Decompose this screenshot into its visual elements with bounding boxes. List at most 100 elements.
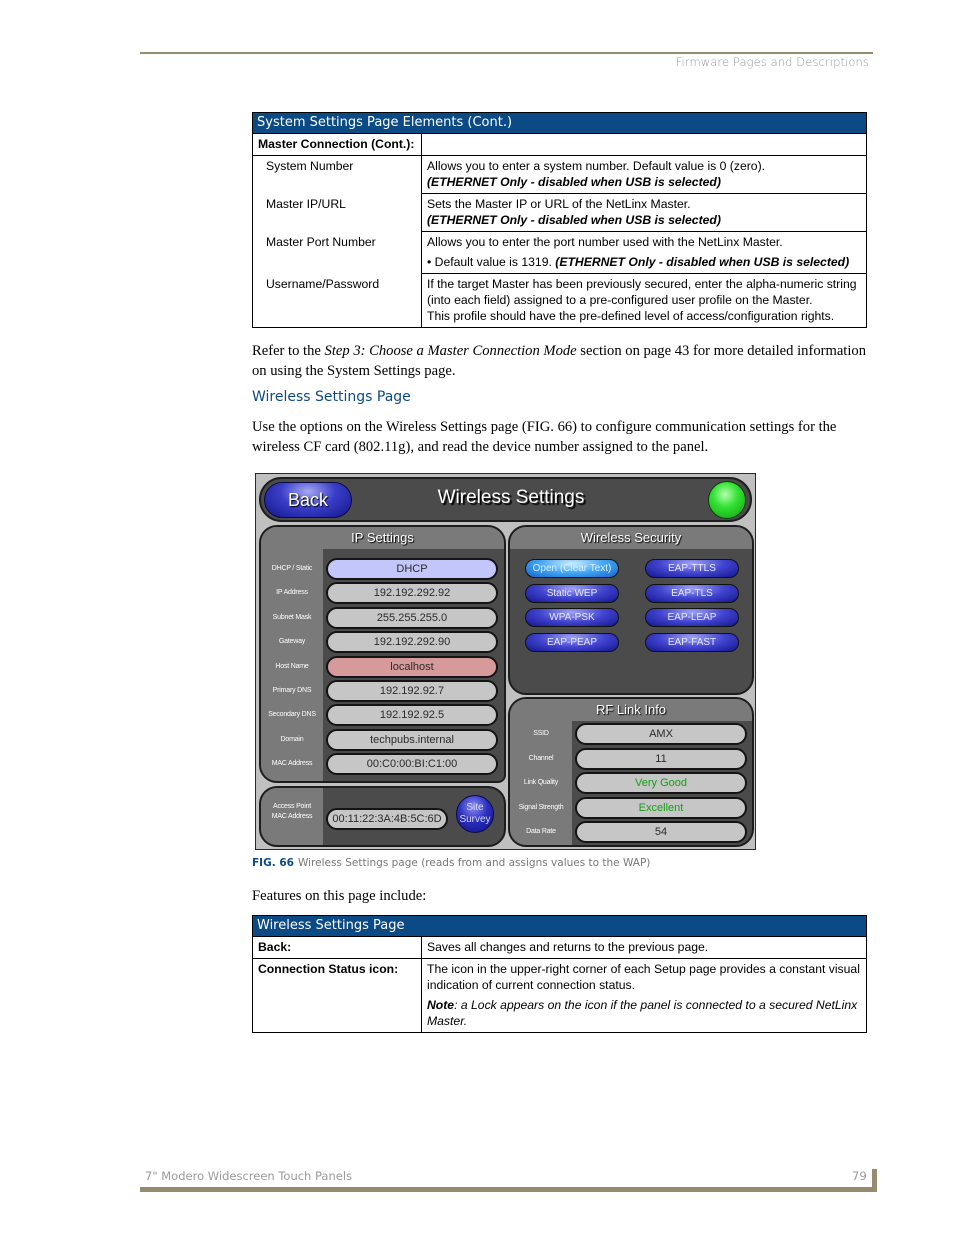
table-title: System Settings Page Elements (Cont.)	[252, 112, 867, 134]
intro-paragraph: Use the options on the Wireless Settings…	[252, 419, 837, 455]
table-row: Username/Password If the target Master h…	[252, 273, 867, 328]
table-row: Connection Status icon: The icon in the …	[252, 958, 867, 1033]
security-option-button[interactable]: EAP-TLS	[645, 583, 739, 603]
field-value[interactable]: DHCP	[326, 558, 498, 580]
field-value: Excellent	[575, 796, 747, 819]
wireless-security-box: Wireless Security Open (Clear Text) Stati…	[508, 525, 754, 695]
caption-text: Wireless Settings page (reads from and a…	[297, 857, 651, 869]
row-desc: Saves all changes and returns to the pre…	[421, 936, 867, 959]
running-head: Firmware Pages and Descriptions	[675, 55, 869, 69]
site-survey-button[interactable]: Site Survey	[456, 795, 494, 833]
field-value[interactable]: 00:C0:00:BI:C1:00	[326, 753, 498, 776]
system-settings-table: System Settings Page Elements (Cont.) Ma…	[252, 112, 867, 328]
refer-paragraph: Refer to the Step 3: Choose a Master Con…	[252, 342, 872, 381]
field-label: Data Rate	[526, 828, 556, 835]
table-row: Master IP/URL Sets the Master IP or URL …	[252, 193, 867, 232]
field-value: AMX	[575, 723, 747, 745]
row-desc: Allows you to enter the port number used…	[421, 231, 867, 274]
row-desc: Allows you to enter a system number. Def…	[421, 155, 867, 194]
access-point-label: Access Point MAC Address	[271, 803, 313, 820]
field-value[interactable]: 255.255.255.0	[326, 606, 498, 629]
ip-settings-box: IP Settings DHCP / Static DHCP IP Address 1…	[259, 525, 506, 783]
security-option-button[interactable]: EAP-LEAP	[645, 608, 739, 627]
wireless-settings-table: Wireless Settings Page Back: Saves all c…	[252, 915, 867, 1033]
row-text: Sets the Master IP or URL of the NetLinx…	[427, 197, 691, 211]
field-value[interactable]: 192.192.92.5	[326, 704, 498, 727]
note-text: : a Lock appears on the icon if the pane…	[427, 998, 858, 1028]
field-label: SSID	[533, 730, 549, 737]
header-rule	[140, 52, 873, 54]
field-label: Link Quality	[523, 779, 559, 786]
row-text: This profile should have the pre-defined…	[427, 309, 835, 323]
field-value: Very Good	[575, 772, 747, 794]
figure-number: FIG. 66	[252, 857, 294, 869]
note-label: Note	[427, 998, 455, 1012]
field-value[interactable]: techpubs.internal	[326, 728, 498, 751]
row-desc: If the target Master has been previously…	[421, 273, 867, 328]
cross-reference: Step 3: Choose a Master Connection Mode	[324, 343, 577, 359]
footer-rule	[140, 1187, 877, 1192]
field-label: Primary DNS	[272, 687, 312, 694]
row-desc: Sets the Master IP or URL of the NetLinx…	[421, 193, 867, 232]
security-option-button[interactable]: EAP-PEAP	[525, 632, 619, 652]
text: Refer to the	[252, 343, 325, 359]
row-emphasis: (ETHERNET Only - disabled when USB is se…	[555, 255, 850, 269]
row-label: Username/Password	[252, 273, 422, 328]
security-option-button[interactable]: WPA-PSK	[525, 608, 619, 627]
table-row: System Number Allows you to enter a syst…	[252, 155, 867, 194]
row-text: If the target Master has been previously…	[427, 277, 857, 307]
field-label: Gateway	[278, 638, 306, 646]
field-label: Signal Strength	[518, 803, 564, 811]
field-label: Subnet Mask	[272, 613, 312, 621]
row-desc: The icon in the upper-right corner of ea…	[421, 958, 867, 1033]
row-note: Note: a Lock appears on the icon if the …	[427, 997, 861, 1029]
access-point-box: Access Point MAC Address 00:11:22:3A:4B:5…	[259, 786, 506, 847]
rf-link-title: RF Link Info	[510, 699, 752, 721]
field-value[interactable]: 192.192.292.90	[326, 631, 498, 654]
field-label: DHCP / Static	[271, 565, 313, 572]
field-value[interactable]: 192.192.292.92	[326, 582, 498, 605]
title-bar: Back Wireless Settings	[259, 477, 752, 522]
security-option-button[interactable]: EAP-TTLS	[645, 559, 739, 578]
security-option-button[interactable]: Open (Clear Text)	[525, 559, 619, 578]
features-paragraph: Features on this page include:	[252, 888, 427, 904]
row-emphasis: (ETHERNET Only - disabled when USB is se…	[427, 213, 721, 227]
back-button[interactable]: Back	[264, 482, 352, 518]
field-label: Secondary DNS	[268, 711, 316, 719]
security-option-button[interactable]: Static WEP	[525, 583, 619, 603]
field-value: 54	[575, 821, 747, 843]
row-label: Master Port Number	[252, 231, 422, 274]
page-number: 79	[852, 1169, 867, 1183]
group-desc	[421, 133, 867, 156]
row-label: System Number	[252, 155, 422, 194]
row-text: Allows you to enter a system number. Def…	[427, 159, 766, 173]
table-title: Wireless Settings Page	[252, 915, 867, 937]
field-value[interactable]: 192.192.92.7	[326, 680, 498, 702]
security-option-button[interactable]: EAP-FAST	[645, 632, 739, 652]
row-bullet: • Default value is 1319. (ETHERNET Only …	[427, 254, 861, 270]
row-text: The icon in the upper-right corner of ea…	[427, 962, 860, 992]
panel-title: Wireless Settings	[437, 487, 585, 508]
figure-caption: FIG. 66 Wireless Settings page (reads fro…	[252, 857, 650, 869]
row-label: Master IP/URL	[252, 193, 422, 232]
access-point-mac-field[interactable]: 00:11:22:3A:4B:5C:6D	[326, 808, 448, 830]
ip-settings-title: IP Settings	[261, 527, 504, 549]
field-label: Channel	[528, 754, 554, 762]
group-label: Master Connection (Cont.):	[252, 133, 422, 156]
field-label: Host Name	[275, 662, 309, 670]
row-label: Back:	[252, 936, 422, 959]
row-text: Allows you to enter the port number used…	[427, 235, 783, 249]
footer-title: 7" Modero Widescreen Touch Panels	[145, 1169, 353, 1183]
field-label: Domain	[280, 735, 304, 743]
wireless-settings-screenshot: Back Wireless Settings IP Settings DHCP …	[255, 473, 756, 850]
field-label: MAC Address	[271, 760, 313, 768]
field-label: IP Address	[276, 589, 308, 597]
connection-status-icon	[708, 481, 746, 519]
field-value: 11	[575, 747, 747, 770]
field-value[interactable]: localhost	[326, 655, 498, 678]
row-label: Connection Status icon:	[252, 958, 422, 1033]
section-heading: Wireless Settings Page	[252, 389, 411, 405]
wireless-security-title: Wireless Security	[510, 527, 752, 549]
rf-link-info-box: RF Link Info SSID AMX Channel 11 Link Qualit…	[508, 697, 754, 847]
table-row: Back: Saves all changes and returns to t…	[252, 936, 867, 959]
